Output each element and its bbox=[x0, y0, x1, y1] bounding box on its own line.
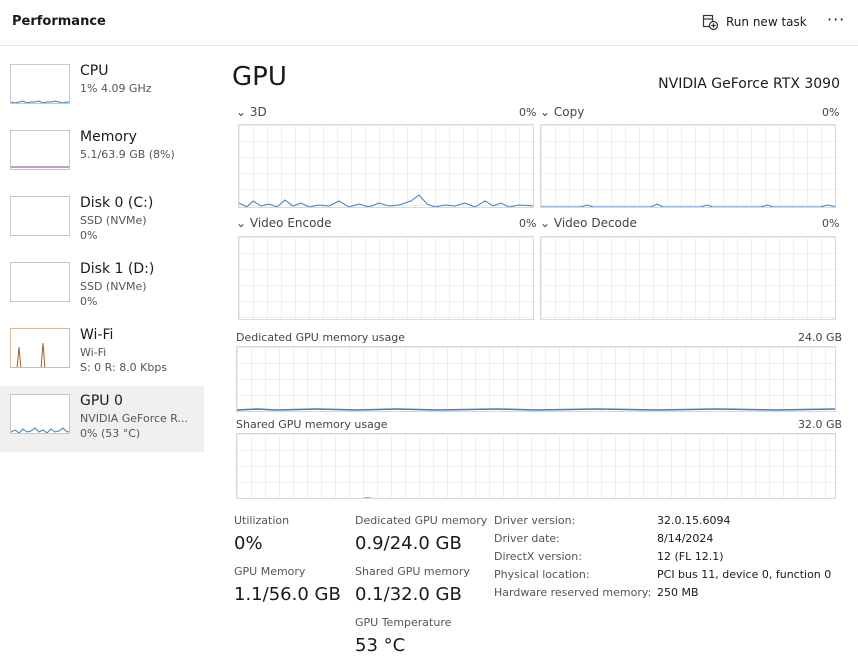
engine-video-encode-selector[interactable]: ⌄ Video Encode bbox=[236, 216, 331, 230]
shared-memory-graph bbox=[236, 433, 836, 499]
physical-location-value: PCI bus 11, device 0, function 0 bbox=[657, 568, 832, 581]
engine-copy-pct: 0% bbox=[822, 106, 840, 119]
engine-copy-selector[interactable]: ⌄ Copy bbox=[540, 105, 584, 119]
sidebar-item-usage: S: 0 R: 8.0 Kbps bbox=[80, 361, 168, 374]
engine-video-decode-pct: 0% bbox=[822, 217, 840, 230]
sidebar-item-label: GPU 0 bbox=[80, 393, 123, 409]
sidebar-item-usage: 0% bbox=[80, 229, 98, 242]
sidebar-item-detail: 5.1/63.9 GB (8%) bbox=[80, 148, 175, 161]
chevron-down-icon: ⌄ bbox=[540, 105, 551, 119]
run-new-task-button[interactable]: Run new task bbox=[702, 12, 807, 32]
driver-version-value: 32.0.15.6094 bbox=[657, 514, 731, 527]
sidebar-item-gpu-0[interactable]: GPU 0 NVIDIA GeForce R... 0% (53 °C) bbox=[0, 386, 204, 452]
sidebar-item-label: Disk 0 (C:) bbox=[80, 195, 154, 211]
sidebar-item-memory[interactable]: Memory 5.1/63.9 GB (8%) bbox=[0, 122, 204, 188]
physical-location-label: Physical location: bbox=[494, 568, 590, 581]
engine-copy-graph bbox=[540, 124, 836, 208]
engine-video-encode-label: Video Encode bbox=[249, 216, 332, 230]
top-bar: Performance Run new task ··· bbox=[0, 0, 858, 46]
dedicated-memory-graph bbox=[236, 346, 836, 412]
chevron-down-icon: ⌄ bbox=[236, 216, 247, 230]
shared-memory-value: 0.1/32.0 GB bbox=[355, 584, 462, 605]
sidebar-item-detail: SSD (NVMe) bbox=[80, 280, 147, 293]
dedicated-memory-label: Dedicated GPU memory bbox=[355, 514, 488, 527]
engine-video-decode-label: Video Decode bbox=[553, 216, 637, 230]
directx-version-label: DirectX version: bbox=[494, 550, 582, 563]
sidebar-item-disk-0[interactable]: Disk 0 (C:) SSD (NVMe) 0% bbox=[0, 188, 204, 254]
page-title: Performance bbox=[12, 14, 106, 29]
gpu-memory-label: GPU Memory bbox=[234, 565, 306, 578]
utilization-label: Utilization bbox=[234, 514, 290, 527]
wifi-thumbnail-graph bbox=[10, 328, 70, 368]
shared-memory-graph-max: 32.0 GB bbox=[798, 418, 843, 431]
chevron-down-icon: ⌄ bbox=[236, 105, 247, 119]
sidebar-item-label: Disk 1 (D:) bbox=[80, 261, 155, 277]
disk-0-thumbnail-graph bbox=[10, 196, 70, 236]
disk-1-thumbnail-graph bbox=[10, 262, 70, 302]
memory-thumbnail-graph bbox=[10, 130, 70, 170]
engine-3d-label: 3D bbox=[249, 105, 267, 119]
engine-3d-pct: 0% bbox=[519, 106, 537, 119]
gpu-title: GPU bbox=[232, 62, 287, 92]
engine-video-encode-graph bbox=[238, 236, 534, 320]
engine-video-decode-graph bbox=[540, 236, 836, 320]
sidebar-item-usage: 0% bbox=[80, 295, 98, 308]
sidebar-item-usage: 0% (53 °C) bbox=[80, 427, 141, 440]
gpu-model-name: NVIDIA GeForce RTX 3090 bbox=[658, 76, 840, 92]
sidebar: CPU 1% 4.09 GHz Memory 5.1/63.9 GB (8%) … bbox=[0, 56, 204, 452]
gpu-0-thumbnail-graph bbox=[10, 394, 70, 434]
dedicated-memory-graph-label: Dedicated GPU memory usage bbox=[236, 331, 405, 344]
engine-video-decode-selector[interactable]: ⌄ Video Decode bbox=[540, 216, 637, 230]
engine-3d-selector[interactable]: ⌄ 3D bbox=[236, 105, 267, 119]
sidebar-item-detail: 1% 4.09 GHz bbox=[80, 82, 152, 95]
sidebar-item-detail: NVIDIA GeForce R... bbox=[80, 412, 189, 425]
sidebar-item-detail: SSD (NVMe) bbox=[80, 214, 147, 227]
chevron-down-icon: ⌄ bbox=[540, 216, 551, 230]
sidebar-item-label: CPU bbox=[80, 63, 109, 79]
sidebar-item-label: Wi-Fi bbox=[80, 327, 114, 343]
engine-3d-graph bbox=[238, 124, 534, 208]
more-options-icon[interactable]: ··· bbox=[827, 10, 845, 29]
cpu-thumbnail-graph bbox=[10, 64, 70, 104]
sidebar-item-disk-1[interactable]: Disk 1 (D:) SSD (NVMe) 0% bbox=[0, 254, 204, 320]
sidebar-item-label: Memory bbox=[80, 129, 137, 145]
reserved-memory-label: Hardware reserved memory: bbox=[494, 586, 652, 599]
shared-memory-graph-label: Shared GPU memory usage bbox=[236, 418, 388, 431]
engine-video-encode-pct: 0% bbox=[519, 217, 537, 230]
utilization-value: 0% bbox=[234, 533, 263, 554]
run-task-icon bbox=[702, 14, 718, 30]
sidebar-item-detail: Wi-Fi bbox=[80, 346, 107, 359]
run-new-task-label: Run new task bbox=[726, 15, 807, 29]
gpu-memory-value: 1.1/56.0 GB bbox=[234, 584, 341, 605]
shared-memory-label: Shared GPU memory bbox=[355, 565, 470, 578]
sidebar-item-wifi[interactable]: Wi-Fi Wi-Fi S: 0 R: 8.0 Kbps bbox=[0, 320, 204, 386]
reserved-memory-value: 250 MB bbox=[657, 586, 699, 599]
gpu-temperature-label: GPU Temperature bbox=[355, 616, 452, 629]
dedicated-memory-value: 0.9/24.0 GB bbox=[355, 533, 462, 554]
dedicated-memory-graph-max: 24.0 GB bbox=[798, 331, 843, 344]
engine-copy-label: Copy bbox=[553, 105, 585, 119]
driver-date-label: Driver date: bbox=[494, 532, 560, 545]
sidebar-item-cpu[interactable]: CPU 1% 4.09 GHz bbox=[0, 56, 204, 122]
driver-version-label: Driver version: bbox=[494, 514, 576, 527]
directx-version-value: 12 (FL 12.1) bbox=[657, 550, 724, 563]
gpu-temperature-value: 53 °C bbox=[355, 635, 406, 656]
driver-date-value: 8/14/2024 bbox=[657, 532, 714, 545]
